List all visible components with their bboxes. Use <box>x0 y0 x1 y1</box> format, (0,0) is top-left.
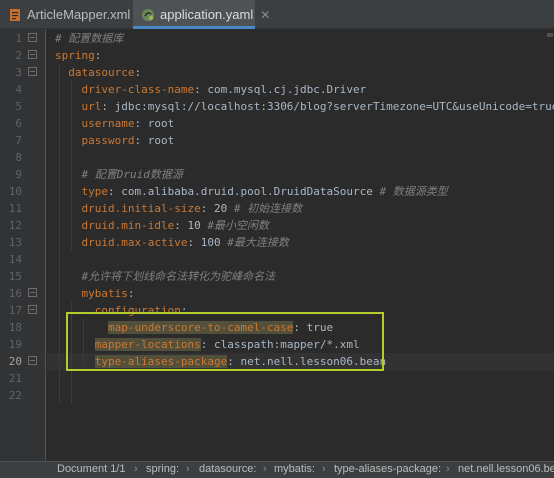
yaml-key: password <box>81 134 135 147</box>
yaml-key: mybatis <box>81 287 128 300</box>
yaml-file-icon <box>141 8 155 22</box>
yaml-value: 20 <box>213 202 228 215</box>
line-number: 7 <box>15 134 22 147</box>
comment: #最大连接数 <box>227 236 289 249</box>
code-line-15: #允许将下划线命名法转化为驼峰命名法 <box>55 268 276 285</box>
line-number: 9 <box>15 168 22 181</box>
line-number: 14 <box>8 253 22 266</box>
yaml-value: root <box>147 117 175 130</box>
fold-marker-icon[interactable] <box>28 288 37 297</box>
breadcrumb-item[interactable]: datasource: <box>199 463 256 475</box>
yaml-value: 10 <box>187 219 201 232</box>
yaml-key: driver-class-name <box>81 83 195 96</box>
annotation-highlight-box <box>66 312 384 371</box>
breadcrumb-item[interactable]: type-aliases-package: <box>334 463 441 475</box>
line-number: 17 <box>8 304 22 317</box>
yaml-key: username <box>81 117 135 130</box>
tab-application-yaml[interactable]: application.yaml ✕ <box>133 0 270 29</box>
line-number: 21 <box>8 372 22 385</box>
code-line-1: # 配置数据库 <box>55 30 123 47</box>
yaml-key: druid.max-active <box>81 236 188 249</box>
line-number: 3 <box>15 66 22 79</box>
line-number: 11 <box>8 202 22 215</box>
line-number: 19 <box>8 338 22 351</box>
breadcrumb-separator: › <box>186 463 190 475</box>
code-line-16: mybatis: <box>81 287 135 300</box>
comment: # 初始连接数 <box>233 202 303 215</box>
editor-tab-bar: ArticleMapper.xml ✕ application.yaml ✕ <box>0 0 554 29</box>
breadcrumb-item[interactable]: spring: <box>146 463 179 475</box>
line-number-current: 20 <box>8 355 22 368</box>
line-number: 18 <box>8 321 22 334</box>
line-number: 6 <box>15 117 22 130</box>
line-number-gutter: 1 2 3 4 5 6 7 8 9 10 11 12 13 14 15 16 1… <box>0 29 46 461</box>
line-number: 13 <box>8 236 22 249</box>
fold-end-marker-icon[interactable] <box>28 356 37 365</box>
breadcrumb-item[interactable]: mybatis: <box>274 463 315 475</box>
yaml-value: root <box>147 134 175 147</box>
line-number: 1 <box>15 32 22 45</box>
code-line-6: username: root <box>81 117 175 130</box>
editor-scrollbar[interactable] <box>546 29 554 461</box>
line-number: 22 <box>8 389 22 402</box>
code-line-9: # 配置Druid数据源 <box>55 166 183 183</box>
breadcrumb-separator: › <box>322 463 326 475</box>
fold-marker-icon[interactable] <box>28 305 37 314</box>
code-line-4: driver-class-name: com.mysql.cj.jdbc.Dri… <box>81 83 367 96</box>
line-number: 4 <box>15 83 22 96</box>
xml-file-icon <box>8 8 22 22</box>
yaml-value: com.mysql.cj.jdbc.Driver <box>207 83 367 96</box>
breadcrumb-separator: › <box>134 463 138 475</box>
status-breadcrumb-bar: Document 1/1 › spring: › datasource: › m… <box>0 461 554 478</box>
comment: #最小空闲数 <box>207 219 269 232</box>
yaml-key: spring <box>55 49 95 62</box>
code-line-5: url: jdbc:mysql://localhost:3306/blog?se… <box>55 98 554 115</box>
code-line-7: password: root <box>81 134 175 147</box>
line-number: 8 <box>15 151 22 164</box>
comment: # 配置数据库 <box>55 32 124 45</box>
code-line-2: spring: <box>55 49 102 62</box>
tab-label: ArticleMapper.xml <box>27 7 131 22</box>
line-number: 15 <box>8 270 22 283</box>
breadcrumb-item[interactable]: net.nell.lesson06.be <box>458 463 554 475</box>
fold-marker-icon[interactable] <box>28 67 37 76</box>
line-number: 10 <box>8 185 22 198</box>
document-indicator: Document 1/1 <box>57 463 126 475</box>
line-number: 16 <box>8 287 22 300</box>
yaml-key: type <box>81 185 109 198</box>
line-number: 5 <box>15 100 22 113</box>
breadcrumb-separator: › <box>263 463 267 475</box>
code-line-13: druid.max-active: 100 #最大连接数 <box>81 236 289 249</box>
breadcrumb-separator: › <box>446 463 450 475</box>
code-line-11: druid.initial-size: 20 # 初始连接数 <box>81 202 303 215</box>
yaml-value: jdbc:mysql://localhost:3306/blog?serverT… <box>114 100 554 113</box>
yaml-value: 100 <box>200 236 221 249</box>
code-line-12: druid.min-idle: 10 #最小空闲数 <box>81 219 269 232</box>
comment: #允许将下划线命名法转化为驼峰命名法 <box>81 270 276 283</box>
yaml-key: druid.initial-size <box>81 202 201 215</box>
code-line-3: datasource: <box>68 66 142 79</box>
yaml-key: druid.min-idle <box>81 219 175 232</box>
code-line-10: type: com.alibaba.druid.pool.DruidDataSo… <box>81 185 448 198</box>
comment: # 配置Druid数据源 <box>81 168 183 181</box>
close-icon[interactable]: ✕ <box>260 8 270 22</box>
tab-article-mapper-xml[interactable]: ArticleMapper.xml ✕ <box>0 0 147 29</box>
comment: # 数据源类型 <box>379 185 448 198</box>
yaml-value: com.alibaba.druid.pool.DruidDataSource <box>121 185 373 198</box>
fold-marker-icon[interactable] <box>28 33 37 42</box>
fold-marker-icon[interactable] <box>28 50 37 59</box>
tab-label: application.yaml <box>160 7 254 22</box>
yaml-key: datasource <box>68 66 135 79</box>
yaml-key: url <box>81 100 102 113</box>
line-number: 2 <box>15 49 22 62</box>
scroll-marker <box>547 33 553 37</box>
code-editor[interactable]: # 配置数据库 spring: datasource: driver-class… <box>47 29 554 461</box>
line-number: 12 <box>8 219 22 232</box>
